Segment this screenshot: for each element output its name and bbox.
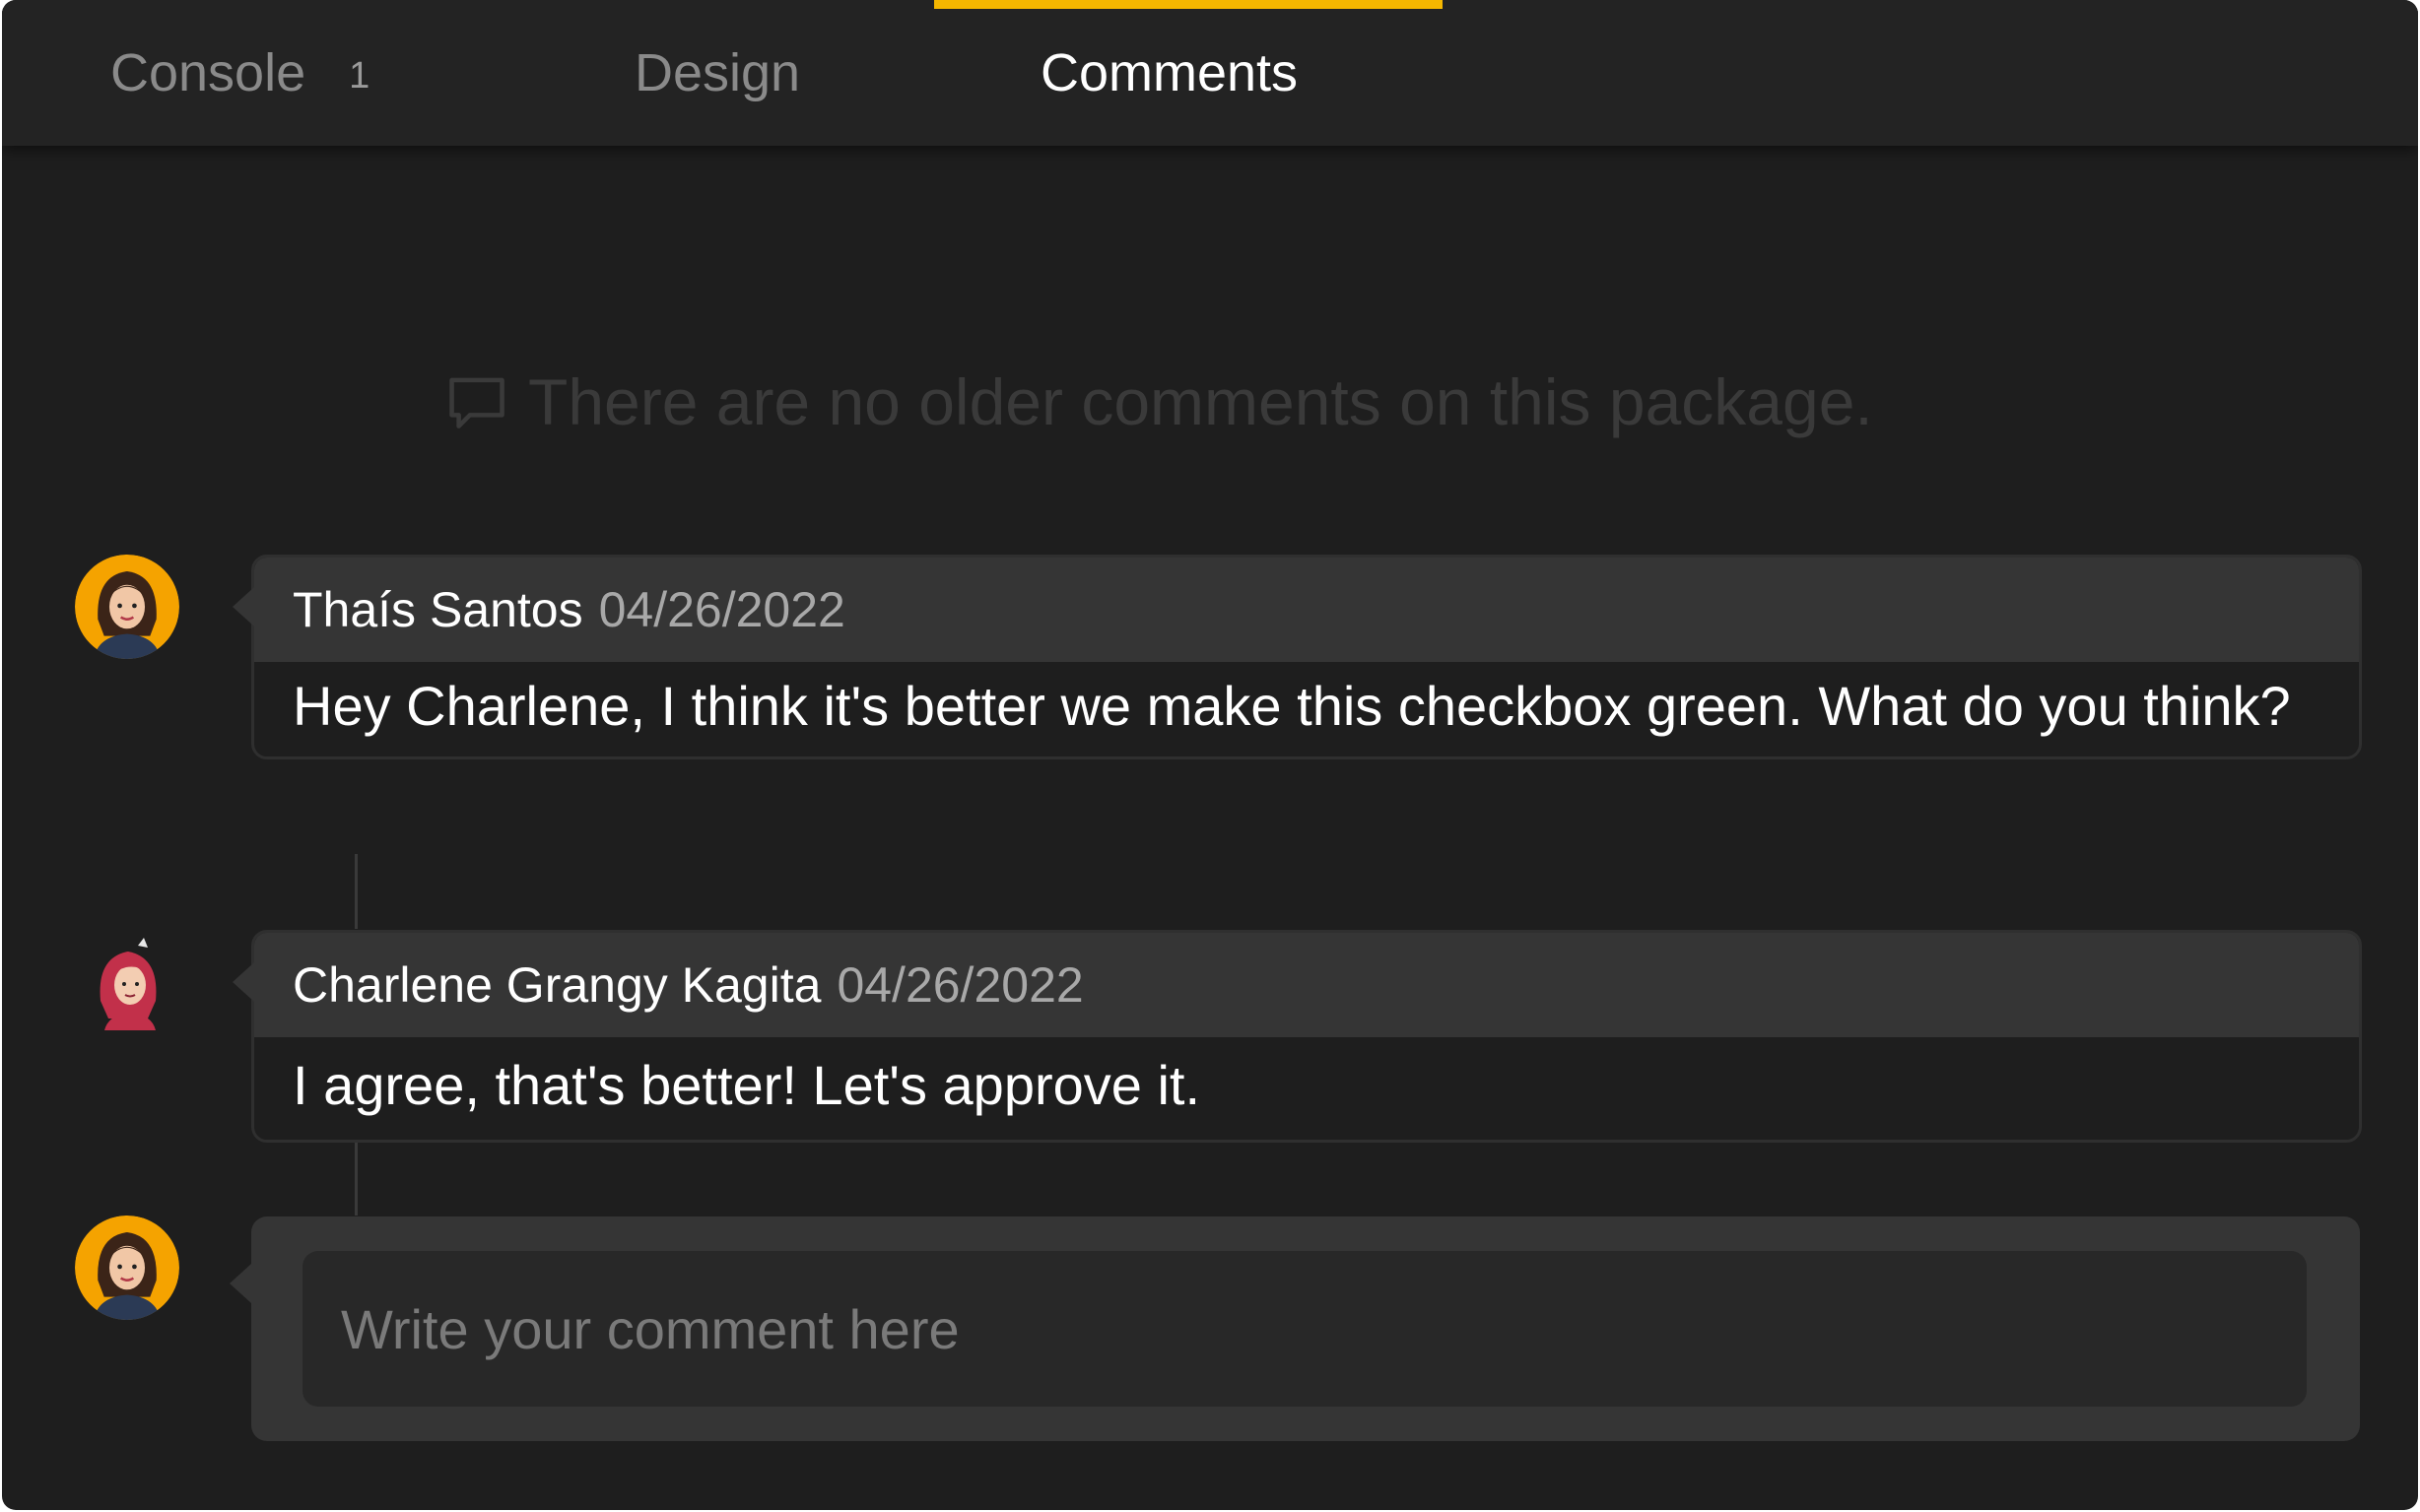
avatar[interactable] [75, 555, 179, 659]
composer-caret [230, 1264, 251, 1303]
comment-card: Charlene Grangy Kagita 04/26/2022 I agre… [233, 930, 2362, 1143]
tab-console-label: Console [110, 43, 306, 102]
tab-design-label: Design [635, 43, 801, 102]
comment-date: 04/26/2022 [837, 957, 1084, 1013]
comment-card: Thaís Santos 04/26/2022 Hey Charlene, I … [233, 555, 2362, 759]
tab-console[interactable]: Console 1 [110, 0, 370, 146]
avatar-charlene-icon [100, 938, 157, 1030]
comment-icon [449, 377, 504, 428]
avatar[interactable] [79, 932, 177, 1030]
comment-header: Thaís Santos 04/26/2022 [254, 558, 2359, 662]
no-older-comments-text: There are no older comments on this pack… [528, 365, 1873, 438]
tab-bar: Console 1 Design Comments [2, 0, 2418, 146]
comment-author[interactable]: Thaís Santos [293, 581, 583, 638]
thread-connector [355, 1143, 358, 1216]
comment-caret [233, 962, 254, 1002]
comment-body: I agree, that's better! Let's approve it… [293, 1054, 1201, 1116]
comment-author[interactable]: Charlene Grangy Kagita [293, 956, 821, 1014]
avatar[interactable] [75, 1216, 179, 1320]
comment-body: Hey Charlene, I think it's better we mak… [293, 675, 2291, 737]
tab-design[interactable]: Design [635, 0, 800, 146]
console-count-badge: 1 [349, 54, 370, 97]
avatar-current-user-icon [75, 1216, 179, 1320]
comment-caret [233, 587, 254, 626]
no-older-comments-notice: There are no older comments on this pack… [443, 364, 1873, 439]
comments-panel-window: Console 1 Design Comments There are no o… [2, 0, 2418, 1510]
comment-input[interactable] [302, 1251, 2307, 1407]
thread-connector [355, 854, 358, 929]
active-tab-indicator [934, 0, 1443, 9]
comment-composer [230, 1216, 2360, 1441]
tab-comments[interactable]: Comments [1041, 0, 1298, 146]
avatar-thais-icon [75, 555, 179, 659]
comment-date: 04/26/2022 [598, 582, 845, 637]
comment-header: Charlene Grangy Kagita 04/26/2022 [254, 933, 2359, 1037]
tab-comments-label: Comments [1041, 43, 1299, 102]
